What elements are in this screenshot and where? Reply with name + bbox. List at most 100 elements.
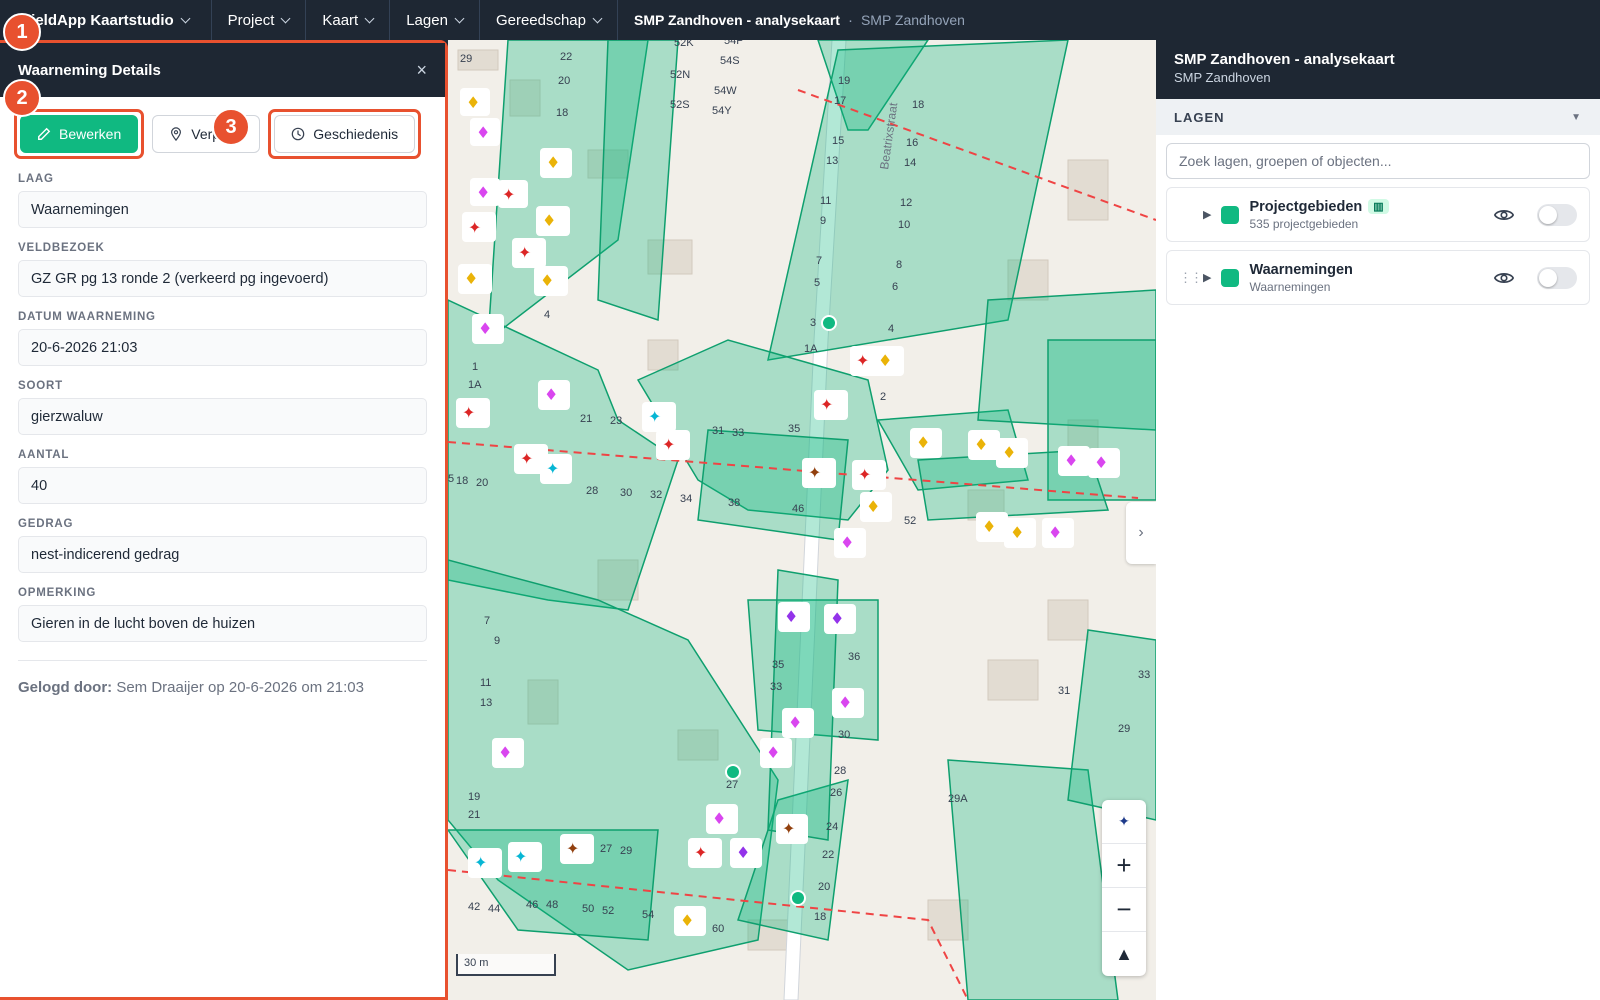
svg-text:32: 32 bbox=[650, 489, 662, 501]
svg-text:29: 29 bbox=[460, 53, 472, 65]
svg-text:35: 35 bbox=[772, 659, 784, 671]
layer-subtitle: 535 projectgebieden bbox=[1249, 216, 1359, 231]
layer-subtitle: Waarnemingen bbox=[1249, 279, 1331, 294]
svg-text:12: 12 bbox=[900, 197, 912, 209]
svg-text:♦: ♦ bbox=[544, 385, 558, 404]
svg-text:♦: ♦ bbox=[542, 211, 556, 230]
north-button[interactable]: ▲ bbox=[1102, 932, 1146, 976]
svg-text:31: 31 bbox=[1058, 685, 1070, 697]
layer-info: Projectgebieden ▥ 535 projectgebieden bbox=[1249, 199, 1483, 231]
svg-text:17: 17 bbox=[834, 95, 846, 107]
field-value: GZ GR pg 13 ronde 2 (verkeerd pg ingevoe… bbox=[18, 260, 427, 297]
field-label: SOORT bbox=[18, 380, 63, 392]
layer-color-swatch bbox=[1221, 268, 1240, 287]
drag-handle-icon[interactable]: ⋮⋮ bbox=[1179, 270, 1203, 286]
svg-text:4: 4 bbox=[544, 309, 550, 321]
logged-by: Gelogd door: Sem Draaijer op 20-6-2026 o… bbox=[0, 661, 445, 714]
svg-text:33: 33 bbox=[732, 427, 744, 439]
svg-text:13: 13 bbox=[826, 155, 838, 167]
svg-text:♦: ♦ bbox=[838, 693, 852, 712]
svg-text:6: 6 bbox=[892, 281, 898, 293]
expand-arrow-icon[interactable]: ▶ bbox=[1203, 271, 1211, 284]
svg-text:21: 21 bbox=[580, 413, 592, 425]
field-value: Waarnemingen bbox=[18, 191, 427, 228]
layer-row-waarnemingen[interactable]: ⋮⋮ ▶ Waarnemingen Waarnemingen bbox=[1166, 250, 1590, 305]
svg-text:52N: 52N bbox=[670, 69, 690, 81]
svg-text:1A: 1A bbox=[468, 379, 482, 391]
svg-text:♦: ♦ bbox=[916, 433, 930, 452]
svg-text:♦: ♦ bbox=[712, 809, 726, 828]
svg-text:♦: ♦ bbox=[478, 319, 492, 338]
menu-project[interactable]: Project bbox=[212, 0, 307, 40]
layers-section-header[interactable]: LAGEN ▼ bbox=[1156, 99, 1600, 135]
eye-icon[interactable] bbox=[1493, 267, 1515, 289]
collapse-panel-button[interactable]: › bbox=[1126, 502, 1156, 564]
svg-text:29: 29 bbox=[620, 845, 632, 857]
svg-text:54: 54 bbox=[642, 909, 654, 921]
svg-text:♦: ♦ bbox=[546, 153, 560, 172]
layer-visibility-toggle[interactable] bbox=[1537, 266, 1577, 289]
detail-panel-title: Waarneming Details bbox=[18, 61, 161, 79]
svg-text:♦: ♦ bbox=[788, 713, 802, 732]
svg-text:52: 52 bbox=[602, 905, 614, 917]
breadcrumb-separator: · bbox=[847, 11, 853, 29]
svg-text:31: 31 bbox=[712, 425, 724, 437]
observation-detail-panel: Waarneming Details × Bewerken Verp Gesch… bbox=[0, 40, 448, 1000]
svg-text:♦: ♦ bbox=[1094, 453, 1108, 472]
menu-label: Project bbox=[227, 11, 275, 29]
svg-text:✦: ✦ bbox=[520, 449, 533, 468]
layers-panel-title: SMP Zandhoven - analysekaart bbox=[1174, 51, 1395, 68]
svg-text:♦: ♦ bbox=[498, 743, 512, 762]
edit-button[interactable]: Bewerken bbox=[20, 115, 139, 153]
svg-text:✦: ✦ bbox=[856, 351, 869, 370]
clock-icon bbox=[291, 127, 305, 141]
svg-text:50: 50 bbox=[582, 903, 594, 915]
svg-text:19: 19 bbox=[468, 791, 480, 803]
svg-text:10: 10 bbox=[898, 219, 910, 231]
svg-text:27: 27 bbox=[600, 843, 612, 855]
zoom-controls: ✦ + − ▲ bbox=[1102, 800, 1146, 976]
menu-kaart[interactable]: Kaart bbox=[306, 0, 391, 40]
menu-label: Lagen bbox=[406, 11, 448, 29]
svg-text:♦: ♦ bbox=[736, 843, 750, 862]
close-icon[interactable]: × bbox=[416, 60, 427, 81]
menu-gereedschap[interactable]: Gereedschap bbox=[480, 0, 618, 40]
zoom-out-button[interactable]: − bbox=[1102, 888, 1146, 932]
menu-lagen[interactable]: Lagen bbox=[390, 0, 480, 40]
menu-label: Gereedschap bbox=[495, 11, 586, 29]
eye-icon[interactable] bbox=[1493, 204, 1515, 226]
svg-text:52: 52 bbox=[904, 515, 916, 527]
svg-text:✦: ✦ bbox=[694, 843, 707, 862]
svg-text:2: 2 bbox=[880, 391, 886, 403]
svg-text:♦: ♦ bbox=[866, 497, 880, 516]
field-label: GEDRAG bbox=[18, 518, 74, 530]
field-label: DATUM WAARNEMING bbox=[18, 311, 156, 323]
svg-text:26: 26 bbox=[830, 787, 842, 799]
layer-visibility-toggle[interactable] bbox=[1537, 203, 1577, 226]
svg-text:42: 42 bbox=[468, 901, 480, 913]
zoom-in-button[interactable]: + bbox=[1102, 844, 1146, 888]
history-button[interactable]: Geschiedenis bbox=[274, 115, 416, 153]
map-canvas[interactable]: ♦ ♦ ♦ ✦ ✦ ♦ ♦ ✦ ♦ ♦ ♦ ♦ ✦ ✦ ✦ ✦ ✦ ✦ ♦ ✦ … bbox=[448, 40, 1156, 1000]
expand-arrow-icon[interactable]: ▶ bbox=[1203, 208, 1211, 221]
layer-name: Waarnemingen bbox=[1249, 262, 1483, 278]
svg-text:♦: ♦ bbox=[982, 517, 996, 536]
layer-row-projectgebieden[interactable]: ▶ Projectgebieden ▥ 535 projectgebieden bbox=[1166, 187, 1590, 242]
layer-name-label: Projectgebieden bbox=[1249, 198, 1363, 215]
map-icon: ▥ bbox=[1368, 199, 1389, 214]
svg-text:♦: ♦ bbox=[830, 609, 844, 628]
layer-search-input[interactable]: Zoek lagen, groepen of objecten... bbox=[1166, 143, 1590, 179]
chevron-right-icon: › bbox=[1138, 524, 1144, 541]
layers-section-label: LAGEN bbox=[1174, 109, 1225, 125]
svg-text:9: 9 bbox=[494, 635, 500, 647]
svg-text:♦: ♦ bbox=[1064, 451, 1078, 470]
svg-text:♦: ♦ bbox=[476, 123, 490, 142]
svg-text:✦: ✦ bbox=[518, 243, 531, 262]
edit-icon bbox=[38, 127, 51, 140]
locate-button[interactable]: ✦ bbox=[1102, 800, 1146, 844]
svg-text:✦: ✦ bbox=[858, 465, 871, 484]
layer-name-label: Waarnemingen bbox=[1249, 261, 1353, 278]
field-label: LAAG bbox=[18, 173, 54, 185]
layer-name: Projectgebieden ▥ bbox=[1249, 199, 1483, 215]
svg-text:♦: ♦ bbox=[680, 911, 694, 930]
